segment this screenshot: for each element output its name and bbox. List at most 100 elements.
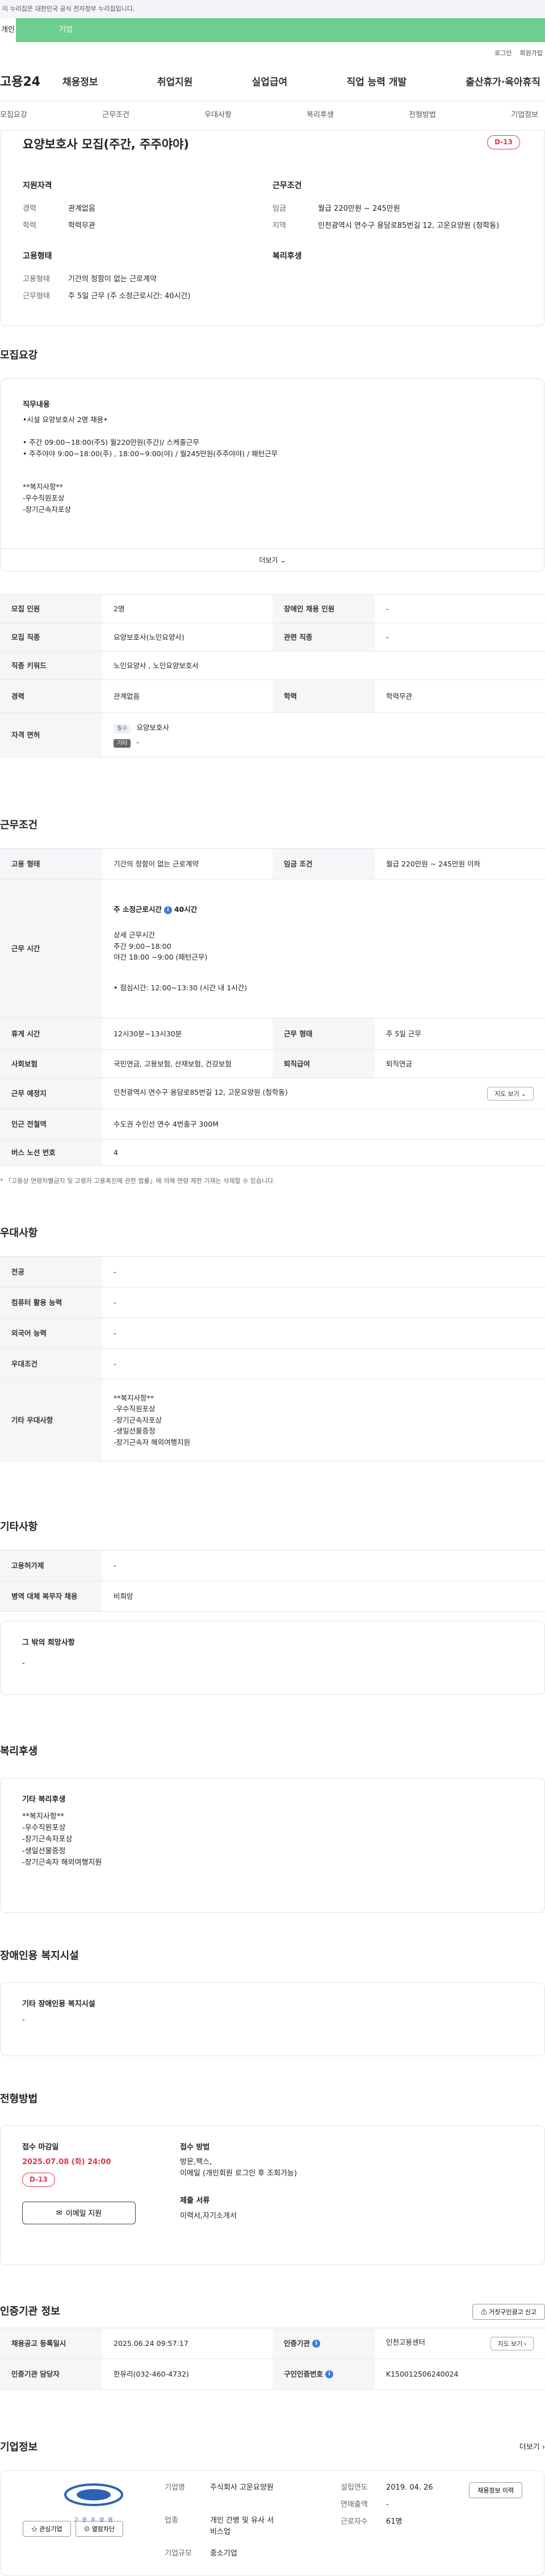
cell-label: 병역 대체 복무자 채용 bbox=[0, 1581, 102, 1612]
nav-employment-support[interactable]: 취업지원 bbox=[157, 75, 193, 90]
cell-label: 모집 직종 bbox=[0, 623, 102, 652]
hope-value: - bbox=[22, 1659, 25, 1668]
dday-badge: D-13 bbox=[487, 135, 520, 149]
anchor-prefer[interactable]: 우대사항 bbox=[204, 110, 232, 121]
cell-label: 퇴직급여 bbox=[272, 1049, 375, 1078]
cell-value: - bbox=[102, 1256, 545, 1288]
cell-value: 기간의 정함이 없는 근로계약 bbox=[102, 848, 272, 879]
welfare-heading: 복리후생 bbox=[272, 251, 302, 261]
anchor-recruit[interactable]: 모집요강 bbox=[0, 110, 27, 121]
chevron-down-icon: ⌄ bbox=[280, 556, 286, 565]
value: - bbox=[386, 2500, 389, 2510]
label: 기업명 bbox=[165, 2483, 185, 2492]
duty-line: • 주간 09:00~18:00(주5) 월220만원(주간)/ 스케줄근무 bbox=[23, 438, 199, 447]
cell-label: 장애인 채용 인원 bbox=[272, 594, 375, 623]
site-logo[interactable]: 고용24 bbox=[0, 73, 62, 92]
info-icon[interactable]: i bbox=[325, 2370, 334, 2379]
cell-label: 직종 키워드 bbox=[0, 651, 102, 680]
cell-value: - bbox=[102, 1287, 545, 1319]
recruit-title: 모집요강 bbox=[0, 349, 38, 362]
method-line: 이메일 (개인회원 로그인 후 조회가능) bbox=[180, 2169, 297, 2178]
time-line: 주간 9:00~18:00 bbox=[114, 941, 171, 951]
place-cell: 인천광역시 연수구 용담로85번길 12, 고운요양원 (청학동) 지도 보기 ⌄ bbox=[102, 1078, 545, 1109]
table-row: 고용 형태 기간의 정함이 없는 근로계약 임금 조건 월급 220만원 ~ 245만… bbox=[0, 848, 545, 879]
map-label: 지도 보기 bbox=[497, 2340, 523, 2348]
signup-link[interactable]: 회원가입 bbox=[520, 48, 543, 58]
label: 학력 bbox=[23, 222, 36, 231]
table-row: 고용허가제 - bbox=[0, 1550, 545, 1582]
nav-training[interactable]: 직업 능력 개발 bbox=[346, 75, 406, 90]
map-button[interactable]: 지도 보기 ⌄ bbox=[487, 1086, 534, 1101]
nav-leave[interactable]: 출산휴가·육아휴직 bbox=[466, 75, 540, 90]
table-row: 인증기관 담당자 한유리(032-460-4732) 구인인증번호 i K1500125… bbox=[0, 2358, 545, 2390]
cell-label: 자격 면허 bbox=[0, 712, 102, 757]
screening-title: 전형방법 bbox=[0, 2093, 38, 2106]
cell-value: - bbox=[375, 623, 545, 652]
label: 업종 bbox=[165, 2516, 178, 2525]
work-time-cell: 주 소정근로시간 i 40시간 상세 근무시간 주간 9:00~18:00 야간 1… bbox=[102, 879, 545, 1018]
anchor-screening[interactable]: 전형방법 bbox=[409, 110, 436, 121]
company-more-link[interactable]: 더보기 › bbox=[519, 2442, 545, 2453]
method-heading: 접수 방법 bbox=[180, 2143, 210, 2152]
report-button[interactable]: ⚠ 거짓구인광고 신고 bbox=[472, 2304, 545, 2320]
cell-value: 퇴직연금 bbox=[375, 1049, 545, 1078]
license-cell: 필수 요양보호사 기타 - bbox=[102, 712, 545, 757]
line: **복지사항** bbox=[114, 1394, 154, 1403]
cell-label: 근무 형태 bbox=[272, 1018, 375, 1050]
cert-agency-value: 인천고용센터 bbox=[386, 2337, 426, 2346]
value: 기간의 정함이 없는 근로계약 bbox=[68, 275, 157, 284]
license-value: - bbox=[136, 737, 139, 747]
table-row: 버스 노선 번호 4 bbox=[0, 1139, 545, 1166]
favorite-label: 관심기업 bbox=[39, 2526, 62, 2533]
cell-value: 2명 bbox=[102, 594, 272, 623]
value: 주식회사 고운요양원 bbox=[210, 2483, 274, 2492]
label: 임금 bbox=[272, 205, 286, 214]
block-label: 열람차단 bbox=[91, 2526, 115, 2533]
cell-label: 고용 형태 bbox=[0, 848, 102, 879]
nav-jobs[interactable]: 채용정보 bbox=[62, 75, 98, 90]
cert-agency-label: 인증기관 bbox=[284, 2339, 311, 2348]
anchor-work[interactable]: 근무조건 bbox=[102, 110, 129, 121]
company-logo-text: 고 운 요 양 원 bbox=[73, 2517, 114, 2524]
nav-unemployment[interactable]: 실업급여 bbox=[252, 75, 288, 90]
main-nav: 고용24 채용정보 취업지원 실업급여 직업 능력 개발 출산휴가·육아휴직 bbox=[0, 65, 545, 101]
login-link[interactable]: 로그인 bbox=[494, 48, 512, 58]
mail-icon: ✉ bbox=[56, 2208, 62, 2217]
disabled-value: - bbox=[22, 2016, 25, 2025]
line: -생일선물증정 bbox=[22, 1846, 66, 1856]
job-history-button[interactable]: 채용정보 이력 bbox=[469, 2482, 522, 2499]
table-row: 휴게 시간 12시30분~13시30분 근무 형태 주 5일 근무 bbox=[0, 1018, 545, 1050]
cell-value: 4 bbox=[102, 1139, 545, 1166]
table-row: 모집 인원 2명 장애인 채용 인원 - bbox=[0, 594, 545, 623]
anchor-welfare[interactable]: 복리후생 bbox=[307, 110, 334, 121]
cell-value: 요양보호사(노인요양사) bbox=[102, 623, 272, 652]
cell-label: 기타 우대사항 bbox=[0, 1379, 102, 1462]
company-logo-icon bbox=[64, 2483, 123, 2507]
anchor-company[interactable]: 기업정보 bbox=[511, 110, 538, 121]
duty-heading: 직무내용 bbox=[23, 401, 50, 409]
cell-value: - bbox=[375, 594, 545, 623]
cell-value: 노인요양사 , 노인요양보호사 bbox=[102, 651, 545, 680]
cell-label: 임금 조건 bbox=[272, 848, 375, 879]
tab-company[interactable]: 기업 bbox=[16, 18, 74, 42]
prefer-title: 우대사항 bbox=[0, 1227, 38, 1240]
info-icon[interactable]: i bbox=[312, 2340, 321, 2348]
email-apply-button[interactable]: ✉ 이메일 지원 bbox=[22, 2201, 136, 2224]
info-icon[interactable]: i bbox=[164, 906, 172, 914]
cell-label: 구인인증번호 i bbox=[272, 2358, 375, 2390]
duty-line: • 주주야야 9:00~18:00(주) , 18:00~9:00(야) / 월… bbox=[23, 449, 278, 458]
company-title: 기업정보 bbox=[0, 2441, 38, 2454]
age-note: * 「고용상 연령차별금지 및 고령자 고용촉진에 관한 법률」에 의해 연령 … bbox=[0, 1177, 275, 1185]
time-hours: 40시간 bbox=[174, 905, 198, 914]
duty-line: -장기근속자포상 bbox=[23, 505, 72, 514]
map-button[interactable]: 지도 보기 › bbox=[490, 2336, 534, 2350]
label: 기업규모 bbox=[165, 2549, 192, 2558]
cond-heading: 근무조건 bbox=[272, 181, 302, 190]
line: -장기근속자포상 bbox=[114, 1415, 162, 1424]
more-button[interactable]: 더보기 ⌄ bbox=[1, 548, 544, 571]
cert-title: 인증기관 정보 bbox=[0, 2306, 60, 2318]
duty-line: -우수직원포상 bbox=[23, 494, 65, 503]
tab-personal[interactable]: 개인 bbox=[0, 18, 16, 42]
duty-line: •시설 요양보호사 2명 채용• bbox=[23, 415, 108, 424]
table-row: 근무 예정지 인천광역시 연수구 용담로85번길 12, 고운요양원 (청학동) 지… bbox=[0, 1078, 545, 1109]
